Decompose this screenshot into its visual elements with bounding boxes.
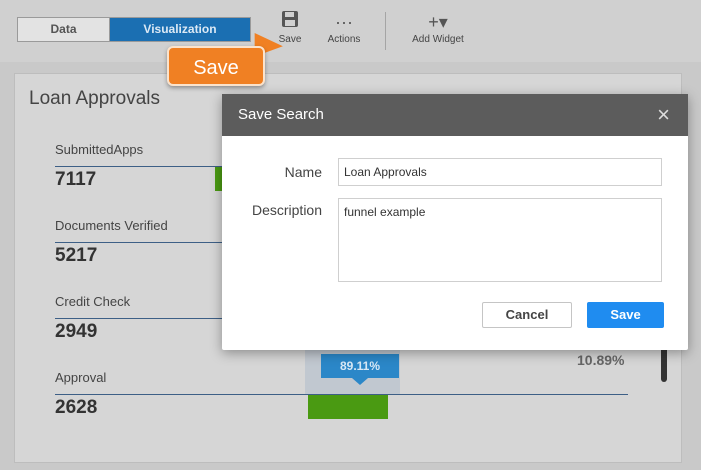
add-widget-button[interactable]: +▾ Add Widget <box>408 10 468 45</box>
plus-dropdown-icon: +▾ <box>428 12 448 32</box>
name-field[interactable]: Loan Approvals <box>338 158 662 186</box>
tab-visualization[interactable]: Visualization <box>110 18 250 41</box>
actions-label: Actions <box>327 34 361 45</box>
metric-label: Documents Verified <box>55 218 168 233</box>
metric-value: 2949 <box>55 321 98 342</box>
description-field[interactable]: funnel example <box>338 198 662 282</box>
metric-value: 2628 <box>55 397 98 418</box>
dialog-header: Save Search × <box>222 94 688 136</box>
add-widget-label: Add Widget <box>412 34 464 45</box>
dropoff-percentage: 10.89% <box>577 352 625 368</box>
tab-data[interactable]: Data <box>18 18 110 41</box>
dialog-title: Save Search <box>238 106 324 123</box>
funnel-bar <box>308 395 388 419</box>
cancel-button[interactable]: Cancel <box>482 302 572 328</box>
more-dots-icon: ··· <box>335 12 353 32</box>
floppy-disk-icon <box>276 10 304 34</box>
close-icon[interactable]: × <box>657 94 670 136</box>
metric-label: Credit Check <box>55 294 131 309</box>
save-callout: Save <box>167 46 265 86</box>
panel-title: Loan Approvals <box>29 88 160 109</box>
description-label: Description <box>251 202 322 218</box>
metric-value: 5217 <box>55 245 98 266</box>
metric-label: SubmittedApps <box>55 142 144 157</box>
save-button[interactable]: Save <box>587 302 664 328</box>
toolbar-divider <box>385 12 386 50</box>
conversion-badge: 89.11% <box>321 354 399 385</box>
name-label: Name <box>284 164 322 180</box>
view-switcher: Data Visualization <box>17 17 251 42</box>
save-search-dialog: Save Search × Name Loan Approvals Descri… <box>222 94 688 350</box>
metric-value: 7117 <box>55 169 97 190</box>
actions-button[interactable]: ··· Actions <box>324 10 364 45</box>
metric-label: Approval <box>55 370 107 385</box>
toolbar: Data Visualization Save ··· Actions +▾ A… <box>0 0 701 62</box>
